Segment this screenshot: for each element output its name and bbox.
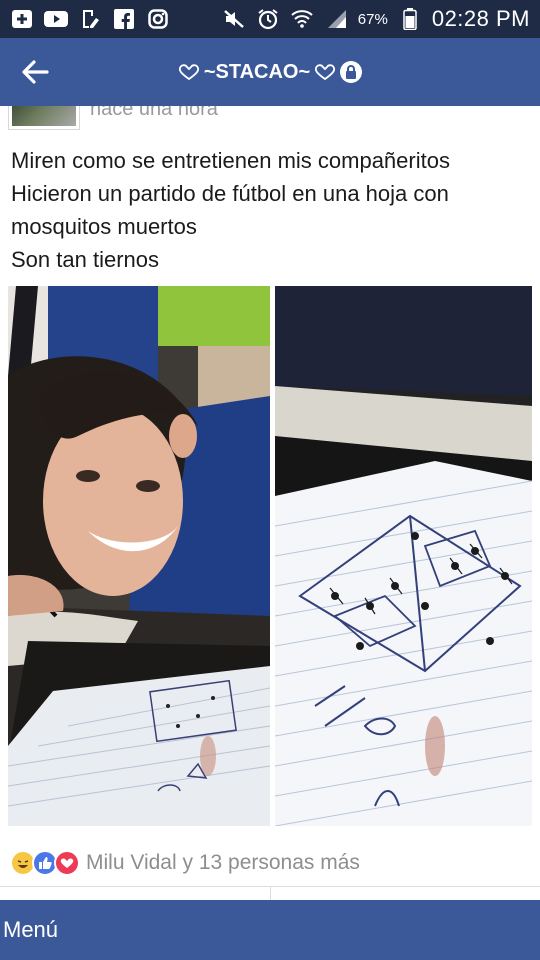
add-box-icon — [10, 9, 34, 29]
post-photo-right[interactable] — [275, 286, 532, 826]
lock-icon — [340, 61, 363, 83]
instagram-icon — [146, 9, 170, 29]
back-button[interactable] — [0, 38, 70, 106]
love-reaction-icon — [54, 850, 80, 876]
wifi-icon — [290, 9, 314, 29]
post-text-line: mosquitos muertos — [11, 214, 197, 239]
reactions-row[interactable]: Milu Vidal y 13 personas más — [10, 848, 360, 878]
youtube-icon — [44, 9, 68, 29]
status-time: 02:28 PM — [431, 6, 530, 31]
bottom-bar: Menú — [0, 900, 540, 960]
edit-doc-icon — [78, 9, 102, 29]
post-header: hace una hora — [0, 106, 540, 130]
app-title: ~STACAO~ — [0, 61, 540, 84]
app-title-text: ~STACAO~ — [203, 60, 311, 83]
status-right-icons: 67% 02:28 PM — [222, 6, 530, 32]
signal-icon — [324, 9, 348, 29]
reaction-summary[interactable]: Milu Vidal y 13 personas más — [86, 851, 360, 875]
mute-icon — [222, 9, 246, 29]
post-text: Miren como se entretienen mis compañerit… — [11, 144, 531, 276]
post-photo-left[interactable] — [8, 286, 270, 826]
battery-icon — [398, 8, 422, 30]
post-time[interactable]: hace una hora — [90, 106, 218, 121]
post-text-line: Miren como se entretienen mis compañerit… — [11, 148, 450, 173]
post-text-line: Hicieron un partido de fútbol en una hoj… — [11, 181, 449, 206]
status-left-icons — [10, 9, 170, 29]
heart-outline-icon — [315, 64, 336, 81]
avatar[interactable] — [8, 106, 80, 130]
divider — [270, 886, 271, 900]
alarm-icon — [256, 9, 280, 30]
heart-outline-icon — [178, 64, 199, 81]
post-content: hace una hora Miren como se entretienen … — [0, 106, 540, 900]
menu-button[interactable]: Menú — [3, 917, 58, 943]
battery-percent: 67% — [357, 10, 388, 28]
status-bar: 67% 02:28 PM — [0, 0, 540, 38]
app-bar: ~STACAO~ — [0, 38, 540, 106]
arrow-left-icon — [22, 60, 49, 84]
facebook-icon — [112, 9, 136, 29]
post-text-line: Son tan tiernos — [11, 247, 159, 272]
